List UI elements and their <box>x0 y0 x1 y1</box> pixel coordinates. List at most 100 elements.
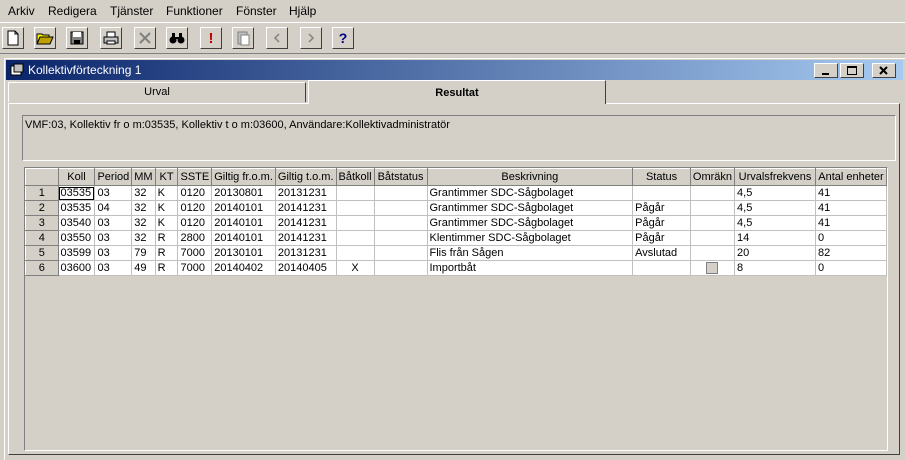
table-row[interactable]: 1 03535 03 32 K 0120 20130801 20131231 Grantimme… <box>25 185 888 201</box>
grid-cell[interactable]: 32 <box>131 230 156 246</box>
menu-arkiv[interactable]: Arkiv <box>8 4 35 18</box>
grid-cell[interactable]: K <box>155 200 179 216</box>
grid-cell[interactable]: Pågår <box>632 230 691 246</box>
table-row[interactable]: 6 03600 03 49 R 7000 20140402 20140405 X Importbå… <box>25 260 888 276</box>
grid-cell[interactable] <box>690 230 736 246</box>
grid-cell[interactable] <box>336 245 375 261</box>
row-header[interactable]: 3 <box>25 215 59 231</box>
grid-cell[interactable]: 7000 <box>177 245 213 261</box>
grid-cell[interactable]: 41 <box>815 215 888 231</box>
delete-button[interactable] <box>134 27 156 49</box>
tab-resultat[interactable]: Resultat <box>308 80 606 104</box>
grid-cell[interactable]: 0 <box>815 230 888 246</box>
row-header[interactable]: 4 <box>25 230 59 246</box>
window-title-bar[interactable]: Kollektivförteckning 1 <box>6 60 903 80</box>
grid-cell[interactable]: 20141231 <box>275 215 337 231</box>
grid-cell[interactable] <box>374 260 428 276</box>
grid-cell[interactable]: 4,5 <box>734 215 816 231</box>
minimize-button[interactable] <box>814 63 838 78</box>
grid-cell[interactable] <box>336 185 375 201</box>
column-header[interactable]: SSTE <box>177 168 213 186</box>
grid-cell[interactable]: 20130801 <box>211 185 276 201</box>
maximize-button[interactable] <box>840 63 864 78</box>
print-button[interactable] <box>100 27 122 49</box>
grid-cell[interactable]: 04 <box>94 200 133 216</box>
grid-cell[interactable]: 20140402 <box>211 260 276 276</box>
row-header[interactable]: 6 <box>25 260 59 276</box>
grid-cell[interactable]: 03550 <box>58 230 96 246</box>
grid-cell[interactable]: 7000 <box>177 260 213 276</box>
grid-cell[interactable]: Pågår <box>632 215 691 231</box>
column-header[interactable]: Beskrivning <box>426 168 634 186</box>
paste-button[interactable] <box>232 27 254 49</box>
grid-cell[interactable]: 0120 <box>177 200 213 216</box>
grid-cell[interactable] <box>336 215 375 231</box>
grid-cell[interactable]: 20131231 <box>275 245 337 261</box>
grid-cell[interactable]: 20 <box>734 245 816 261</box>
column-header[interactable]: Status <box>632 168 691 186</box>
grid-cell[interactable]: 32 <box>131 215 156 231</box>
grid-cell[interactable] <box>690 215 736 231</box>
grid-cell[interactable]: 20131231 <box>275 185 337 201</box>
grid-cell[interactable]: 41 <box>815 185 888 201</box>
grid-cell[interactable]: 03540 <box>58 215 96 231</box>
grid-cell[interactable]: 41 <box>815 200 888 216</box>
grid-cell[interactable]: 20140101 <box>211 230 276 246</box>
grid-cell[interactable]: 20140405 <box>275 260 337 276</box>
grid-cell[interactable]: 2800 <box>177 230 213 246</box>
find-button[interactable] <box>166 27 188 49</box>
grid-cell[interactable]: Grantimmer SDC-Sågbolaget <box>427 215 634 231</box>
menu-fonster[interactable]: Fönster <box>236 4 277 18</box>
grid-cell[interactable]: 4,5 <box>734 200 816 216</box>
grid-cell[interactable] <box>336 230 375 246</box>
grid-cell[interactable]: 20140101 <box>211 215 276 231</box>
grid-cell[interactable]: 20130101 <box>211 245 276 261</box>
grid-cell[interactable]: 03 <box>94 185 133 201</box>
row-header[interactable]: 2 <box>25 200 59 216</box>
grid-cell[interactable] <box>374 185 428 201</box>
grid-cell[interactable]: 03 <box>94 260 133 276</box>
row-header[interactable]: 5 <box>25 245 59 261</box>
alert-button[interactable]: ! <box>200 27 222 49</box>
grid-cell[interactable]: 0 <box>815 260 888 276</box>
grid-cell[interactable]: X <box>336 260 375 276</box>
grid-cell[interactable]: Grantimmer SDC-Sågbolaget <box>427 200 634 216</box>
grid-cell[interactable] <box>374 215 428 231</box>
menu-tjanster[interactable]: Tjänster <box>110 4 153 18</box>
grid-cell[interactable]: Importbåt <box>427 260 634 276</box>
grid-cell[interactable] <box>690 245 736 261</box>
grid-cell[interactable]: 03535 <box>58 200 96 216</box>
grid-cell[interactable] <box>632 260 691 276</box>
grid-cell[interactable]: R <box>155 245 179 261</box>
grid-cell[interactable] <box>374 200 428 216</box>
grid-cell[interactable]: Avslutad <box>632 245 691 261</box>
grid-cell[interactable]: 0120 <box>177 215 213 231</box>
grid-cell[interactable]: 20141231 <box>275 230 337 246</box>
column-header[interactable]: MM <box>131 168 156 186</box>
close-button[interactable] <box>872 63 896 78</box>
grid-cell[interactable] <box>374 230 428 246</box>
grid-cell[interactable]: Grantimmer SDC-Sågbolaget <box>427 185 634 201</box>
grid-cell[interactable]: 79 <box>131 245 156 261</box>
grid-cell[interactable] <box>632 185 691 201</box>
menu-funktioner[interactable]: Funktioner <box>166 4 223 18</box>
grid-cell[interactable] <box>374 245 428 261</box>
grid-cell[interactable]: 20141231 <box>275 200 337 216</box>
column-header[interactable]: Båtstatus <box>373 168 428 186</box>
grid-cell[interactable]: 32 <box>131 185 156 201</box>
grid-cell[interactable]: K <box>155 215 179 231</box>
column-header[interactable]: Omräkn <box>689 168 736 186</box>
new-button[interactable] <box>2 27 24 49</box>
menu-hjalp[interactable]: Hjälp <box>289 4 316 18</box>
column-header[interactable]: Giltig fr.o.m. <box>211 168 276 186</box>
grid-cell[interactable]: 82 <box>815 245 888 261</box>
prev-button[interactable] <box>266 27 288 49</box>
grid-cell[interactable]: 49 <box>131 260 156 276</box>
column-header[interactable]: Period <box>94 168 133 186</box>
table-row[interactable]: 2 03535 04 32 K 0120 20140101 20141231 Grantimme… <box>25 200 888 216</box>
grid-cell[interactable]: R <box>155 260 179 276</box>
grid-cell[interactable]: Klentimmer SDC-Sågbolaget <box>427 230 634 246</box>
grid-corner[interactable] <box>25 168 59 186</box>
omrakn-checkbox[interactable] <box>706 262 719 275</box>
grid-cell[interactable] <box>690 185 736 201</box>
